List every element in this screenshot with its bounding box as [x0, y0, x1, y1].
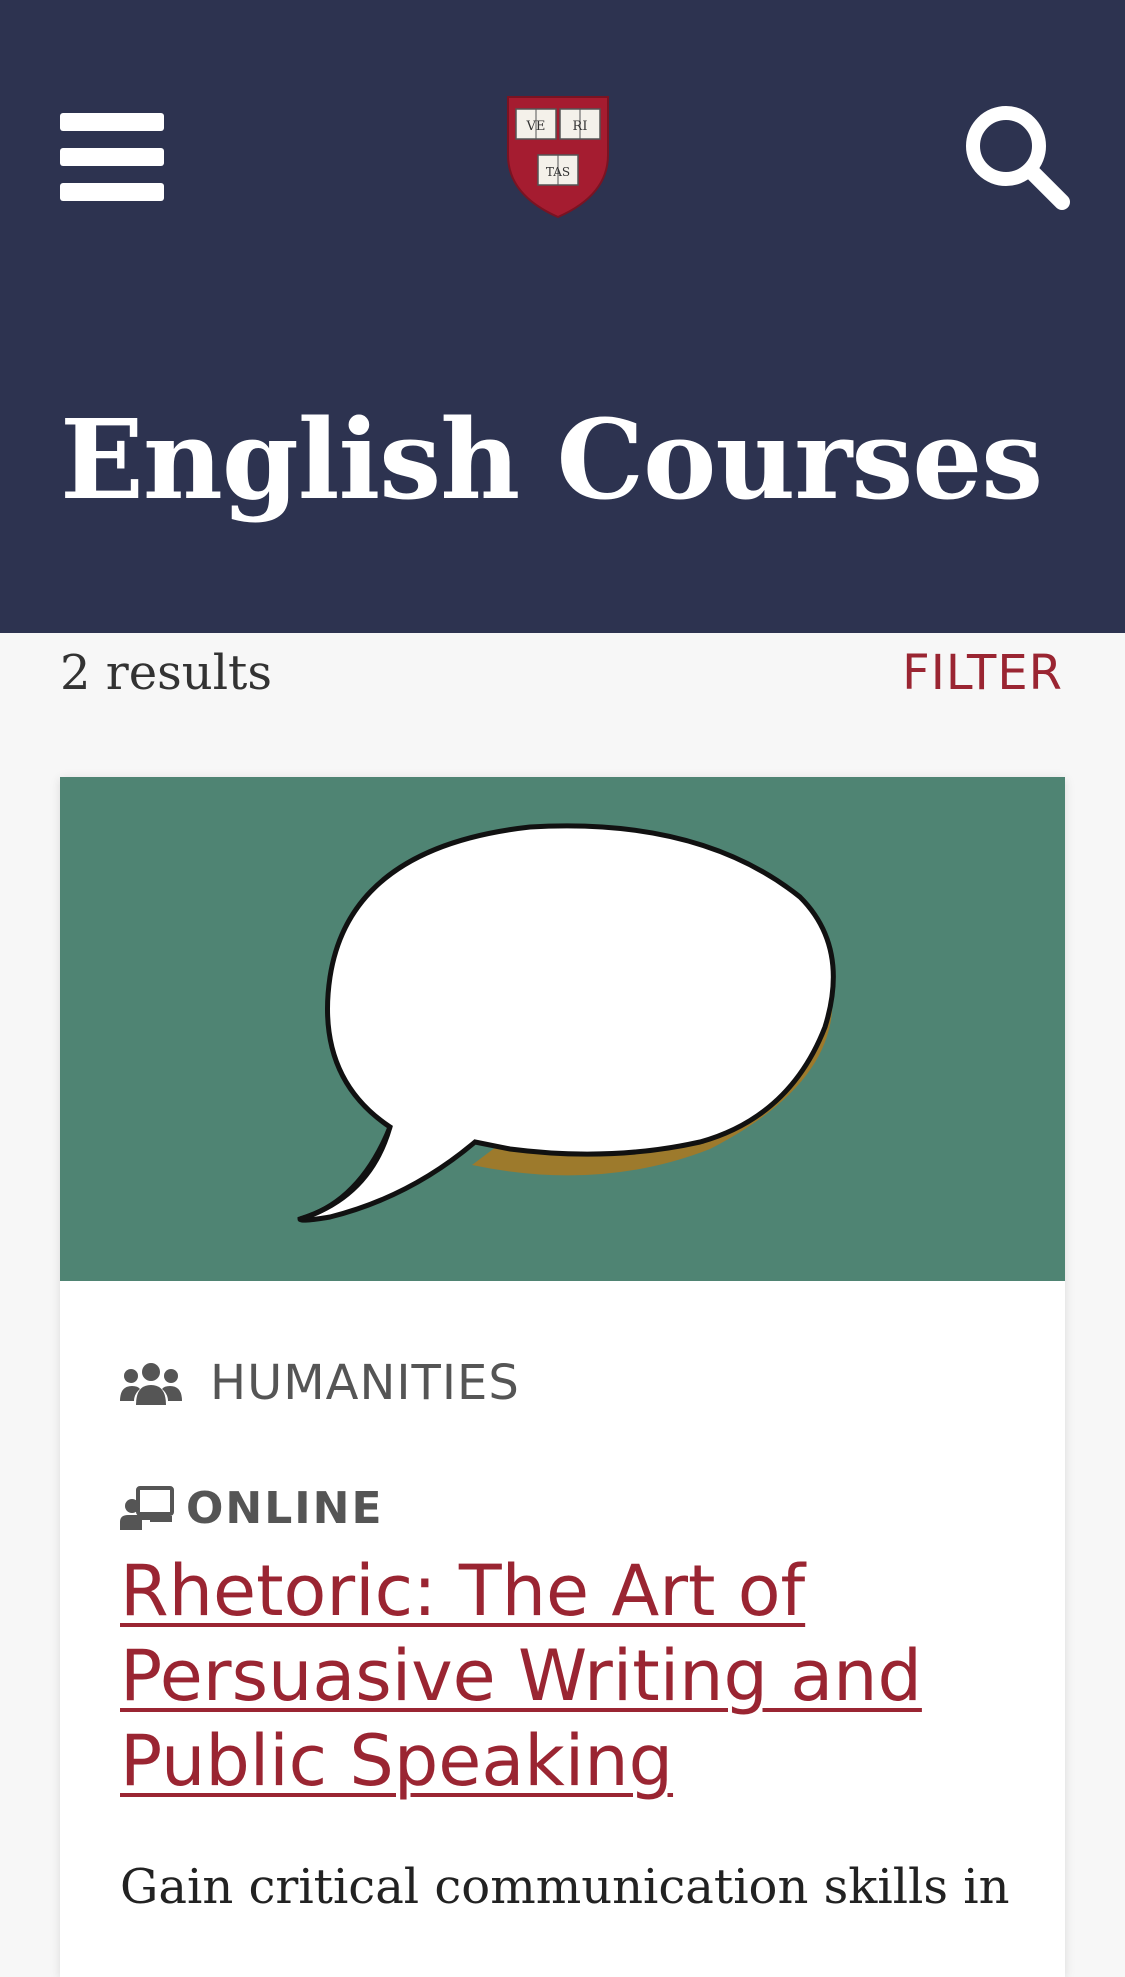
online-teaching-icon — [120, 1486, 174, 1530]
page-title: English Courses — [60, 395, 1043, 524]
menu-bar — [60, 113, 164, 131]
menu-bar — [60, 183, 164, 201]
search-icon[interactable] — [960, 100, 1072, 212]
menu-bar — [60, 148, 164, 166]
course-title-link[interactable]: Rhetoric: The Art of Persuasive Writing … — [120, 1549, 1020, 1804]
logo-text-ve: VE — [526, 119, 546, 134]
filter-button[interactable]: FILTER — [902, 643, 1063, 703]
course-card: HUMANITIES ONLINE Rhetoric: The Art of P… — [60, 777, 1065, 1977]
logo-text-tas: TAS — [546, 165, 570, 179]
site-header: VE RI TAS English Courses — [0, 0, 1125, 633]
veritas-shield-logo[interactable]: VE RI TAS — [506, 95, 610, 219]
results-count: 2 results — [60, 645, 272, 701]
course-description: Gain critical communication skills in — [120, 1859, 1010, 1915]
format-label: ONLINE — [186, 1482, 384, 1534]
format-row: ONLINE — [120, 1480, 384, 1536]
course-image[interactable] — [60, 777, 1065, 1281]
people-group-icon — [120, 1363, 182, 1405]
speech-bubble-illustration — [297, 823, 836, 1223]
category-row: HUMANITIES — [120, 1353, 520, 1413]
logo-text-ri: RI — [573, 119, 588, 134]
hamburger-menu-icon[interactable] — [58, 110, 166, 206]
category-label: HUMANITIES — [210, 1355, 520, 1411]
